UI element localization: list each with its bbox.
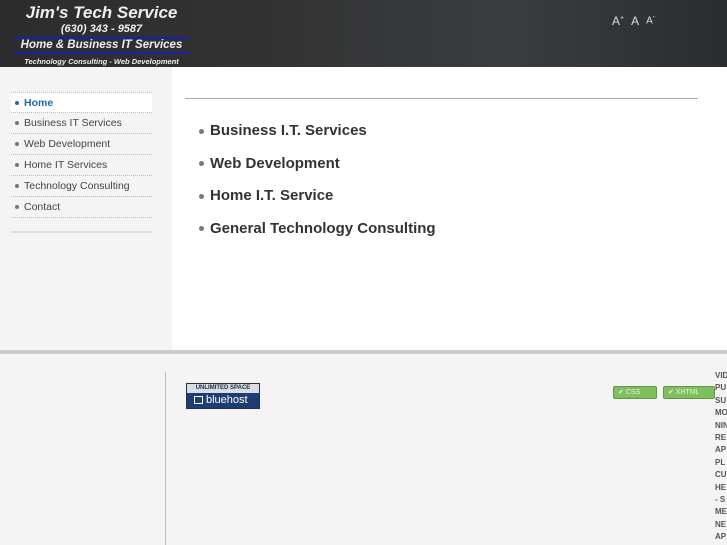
valid-xhtml-badge[interactable]: ✔ XHTML	[663, 386, 715, 399]
bullet-icon	[15, 184, 19, 189]
footer-link[interactable]: PU	[715, 382, 727, 394]
service-item: Web Development	[199, 155, 436, 188]
nav-item-home[interactable]: Home	[11, 92, 152, 113]
site-title: Jim's Tech Service	[25, 3, 178, 22]
bullet-icon	[199, 193, 204, 199]
nav-label: Technology Consulting	[24, 180, 130, 192]
footer	[0, 350, 727, 545]
grid-icon	[194, 396, 203, 404]
nav-label: Web Development	[24, 138, 111, 150]
footer-link[interactable]: AP	[715, 444, 727, 456]
label: A	[612, 14, 621, 28]
footer-link[interactable]: RE	[715, 432, 727, 444]
increase-font-button[interactable]: A+	[612, 14, 624, 28]
valid-css-badge[interactable]: ✔ CSS	[613, 386, 657, 399]
nav-label: Home IT Services	[24, 159, 108, 171]
nav-item-web-development[interactable]: Web Development	[11, 134, 152, 155]
site-header: Jim's Tech Service (630) 343 - 9587 Home…	[0, 0, 727, 67]
footer-link[interactable]: CU	[715, 469, 727, 481]
bullet-icon	[199, 128, 204, 134]
nav-item-business-it-services[interactable]: Business IT Services	[11, 113, 152, 134]
services-list: Business I.T. Services Web Development H…	[199, 122, 436, 252]
decrease-font-button[interactable]: A-	[646, 14, 655, 28]
service-item: General Technology Consulting	[199, 220, 436, 253]
nav-item-contact[interactable]: Contact	[11, 197, 152, 218]
bullet-icon	[199, 226, 204, 232]
service-label: Home I.T. Service	[210, 187, 334, 204]
nav-item-technology-consulting[interactable]: Technology Consulting	[11, 176, 152, 197]
bullet-icon	[15, 121, 19, 126]
minus: -	[652, 14, 656, 21]
font-size-controls: A+ A A-	[612, 14, 655, 28]
bluehost-banner[interactable]: UNLIMITED SPACE bluehost	[186, 383, 260, 409]
label: A	[646, 15, 653, 27]
bullet-icon	[199, 161, 204, 167]
footer-link[interactable]: ME	[715, 506, 727, 518]
nav-label: Business IT Services	[24, 117, 122, 129]
bullet-icon	[15, 142, 19, 147]
footer-divider	[165, 372, 166, 545]
footer-link[interactable]: HE	[715, 482, 727, 494]
footer-link[interactable]: PL	[715, 457, 727, 469]
footer-link[interactable]: MO	[715, 407, 727, 419]
phone-number: (630) 343 - 9587	[60, 23, 143, 35]
footer-link[interactable]: SU	[715, 395, 727, 407]
nav-divider	[11, 231, 152, 233]
sub-tagline: Technology Consulting - Web Development	[24, 57, 179, 66]
bluehost-name: bluehost	[206, 394, 248, 406]
footer-link-list: VID PU SU MO NIN RE AP PL CU HE - S ME N…	[715, 370, 727, 543]
site-logo[interactable]: Jim's Tech Service (630) 343 - 9587 Home…	[14, 3, 189, 67]
nav-item-home-it-services[interactable]: Home IT Services	[11, 155, 152, 176]
reset-font-button[interactable]: A	[631, 14, 639, 28]
content-divider	[185, 98, 698, 99]
badge-label: CSS	[625, 389, 641, 396]
nav-label: Home	[24, 97, 54, 109]
service-item: Business I.T. Services	[199, 122, 436, 155]
footer-link[interactable]: NE	[715, 519, 727, 531]
service-label: General Technology Consulting	[210, 219, 436, 237]
bullet-icon	[15, 205, 19, 210]
bullet-icon	[15, 101, 19, 106]
bluehost-top-text: UNLIMITED SPACE	[187, 384, 259, 393]
footer-link[interactable]: - S	[715, 494, 727, 506]
service-label: Web Development	[210, 154, 340, 172]
footer-link[interactable]: VID	[715, 370, 727, 382]
tagline: Home & Business IT Services	[14, 37, 189, 54]
main-nav: Home Business IT Services Web Developmen…	[11, 92, 152, 218]
badge-label: XHTML	[675, 389, 700, 396]
footer-link[interactable]: AP	[715, 531, 727, 543]
footer-link[interactable]: NIN	[715, 420, 727, 432]
service-item: Home I.T. Service	[199, 187, 436, 220]
plus: +	[620, 15, 625, 22]
bullet-icon	[15, 163, 19, 168]
service-label: Business I.T. Services	[210, 122, 367, 139]
nav-label: Contact	[24, 201, 61, 213]
